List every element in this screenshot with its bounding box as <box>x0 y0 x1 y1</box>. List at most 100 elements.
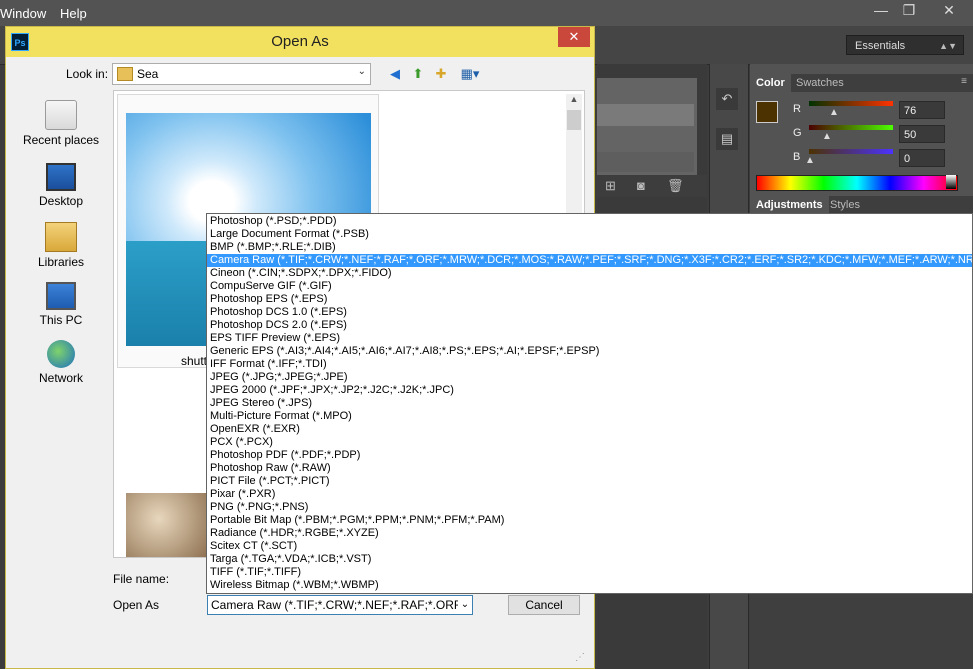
place-recent[interactable]: Recent places <box>15 100 107 147</box>
format-dropdown-list: Photoshop (*.PSD;*.PDD) Large Document Fo… <box>206 213 973 594</box>
slider-g-thumb[interactable]: ▲ <box>822 131 832 142</box>
resize-grip-icon[interactable]: ⋰ <box>575 652 585 663</box>
tab-swatches[interactable]: Swatches <box>790 74 850 92</box>
dropdown-option[interactable]: PNG (*.PNG;*.PNS) <box>207 501 972 514</box>
tab-color[interactable]: Color <box>750 74 791 92</box>
slider-r-thumb[interactable]: ▲ <box>829 107 839 118</box>
slider-g-value[interactable]: 50 <box>899 125 945 143</box>
view-menu-icon[interactable]: ▦▾ <box>456 66 484 82</box>
panel-menu-icon[interactable]: ≡ <box>961 76 967 87</box>
layer-row[interactable] <box>597 152 694 172</box>
slider-g-track[interactable] <box>809 125 893 130</box>
dropdown-option[interactable]: IFF Format (*.IFF;*.TDI) <box>207 358 972 371</box>
new-layer-icon[interactable]: ⊞ <box>605 178 616 194</box>
layer-row-selected[interactable] <box>597 104 694 126</box>
network-icon <box>47 340 75 368</box>
dialog-close-button[interactable]: ✕ <box>558 27 590 47</box>
color-spectrum-bw[interactable] <box>946 175 956 189</box>
desktop-icon <box>46 163 76 191</box>
dropdown-option[interactable]: Pixar (*.PXR) <box>207 488 972 501</box>
libraries-icon <box>45 222 77 252</box>
look-in-combobox[interactable]: Sea ⌄ <box>112 63 371 85</box>
dropdown-option[interactable]: Portable Bit Map (*.PBM;*.PGM;*.PPM;*.PN… <box>207 514 972 527</box>
dropdown-option[interactable]: Photoshop DCS 1.0 (*.EPS) <box>207 306 972 319</box>
dropdown-option[interactable]: Radiance (*.HDR;*.RGBE;*.XYZE) <box>207 527 972 540</box>
layers-panel-toolbar: ⊞ ◙ 🗑 <box>597 175 707 197</box>
back-icon[interactable]: ◀ <box>386 66 404 82</box>
place-network[interactable]: Network <box>15 340 107 385</box>
place-network-label: Network <box>38 371 83 385</box>
dropdown-option[interactable]: JPEG Stereo (*.JPS) <box>207 397 972 410</box>
tab-adjustments[interactable]: Adjustments <box>750 196 829 214</box>
chevron-down-icon: ⌄ <box>458 596 472 614</box>
color-panel-tabbar: Color Swatches ≡ <box>750 74 973 92</box>
dropdown-option[interactable]: BMP (*.BMP;*.RLE;*.DIB) <box>207 241 972 254</box>
place-this-pc-label: This PC <box>39 313 83 327</box>
dropdown-option[interactable]: Wireless Bitmap (*.WBM;*.WBMP) <box>207 579 972 592</box>
dropdown-option[interactable]: Scitex CT (*.SCT) <box>207 540 972 553</box>
slider-b-thumb[interactable]: ▲ <box>805 155 815 166</box>
place-recent-label: Recent places <box>22 133 100 147</box>
dropdown-option[interactable]: Cineon (*.CIN;*.SDPX;*.DPX;*.FIDO) <box>207 267 972 280</box>
look-in-value: Sea <box>137 67 159 81</box>
dropdown-option[interactable]: Photoshop PDF (*.PDF;*.PDP) <box>207 449 972 462</box>
menu-window[interactable]: Window <box>0 6 46 21</box>
dropdown-option[interactable]: Photoshop (*.PSD;*.PDD) <box>207 215 972 228</box>
place-desktop-label: Desktop <box>38 194 84 208</box>
history-icon[interactable]: ↶ <box>716 88 738 110</box>
ps-menubar <box>0 0 973 26</box>
dropdown-option[interactable]: EPS TIFF Preview (*.EPS) <box>207 332 972 345</box>
foreground-color-swatch[interactable] <box>756 101 778 123</box>
thumbnail-filename: shutt <box>181 354 208 368</box>
dropdown-option[interactable]: TIFF (*.TIF;*.TIFF) <box>207 566 972 579</box>
scroll-up-icon[interactable]: ▲ <box>566 94 582 104</box>
tab-styles[interactable]: Styles <box>824 196 866 214</box>
slider-b-track[interactable] <box>809 149 893 154</box>
file-name-label: File name: <box>113 572 170 586</box>
dropdown-option[interactable]: JPEG 2000 (*.JPF;*.JPX;*.JP2;*.J2C;*.J2K… <box>207 384 972 397</box>
folder-icon <box>117 67 133 81</box>
slider-b-value[interactable]: 0 <box>899 149 945 167</box>
dropdown-option[interactable]: PICT File (*.PCT;*.PICT) <box>207 475 972 488</box>
restore-button[interactable]: ❐ <box>892 0 926 20</box>
cancel-button[interactable]: Cancel <box>508 595 580 615</box>
slider-g-label: G <box>793 127 802 139</box>
open-as-label: Open As <box>113 598 160 612</box>
dropdown-option[interactable]: CompuServe GIF (*.GIF) <box>207 280 972 293</box>
dropdown-option[interactable]: Large Document Format (*.PSB) <box>207 228 972 241</box>
scrollbar-thumb[interactable] <box>567 110 581 130</box>
place-this-pc[interactable]: This PC <box>15 282 107 327</box>
color-spectrum[interactable] <box>756 175 958 191</box>
place-libraries-label: Libraries <box>37 255 85 269</box>
properties-icon[interactable]: ▤ <box>716 128 738 150</box>
recent-places-icon <box>45 100 77 130</box>
camera-icon[interactable]: ◙ <box>637 178 645 193</box>
workspace-switcher[interactable]: Essentials ▲▼ <box>846 35 964 55</box>
dropdown-option[interactable]: JPEG (*.JPG;*.JPEG;*.JPE) <box>207 371 972 384</box>
dropdown-option[interactable]: Photoshop Raw (*.RAW) <box>207 462 972 475</box>
shell-thumbnail-image[interactable] <box>126 493 208 557</box>
dropdown-option[interactable]: Camera Raw (*.TIF;*.CRW;*.NEF;*.RAF;*.OR… <box>207 254 972 267</box>
adjustments-tabbar: Adjustments Styles <box>750 196 973 214</box>
slider-r-label: R <box>793 103 801 115</box>
slider-b-label: B <box>793 151 801 163</box>
dropdown-option[interactable]: Generic EPS (*.AI3;*.AI4;*.AI5;*.AI6;*.A… <box>207 345 972 358</box>
up-folder-icon[interactable]: ⬆ <box>409 66 427 82</box>
place-libraries[interactable]: Libraries <box>15 222 107 269</box>
slider-r-value[interactable]: 76 <box>899 101 945 119</box>
dropdown-option[interactable]: Photoshop DCS 2.0 (*.EPS) <box>207 319 972 332</box>
dropdown-option[interactable]: Photoshop EPS (*.EPS) <box>207 293 972 306</box>
chevron-down-icon: ⌄ <box>357 66 366 77</box>
place-desktop[interactable]: Desktop <box>15 163 107 208</box>
slider-r-track[interactable] <box>809 101 893 106</box>
dropdown-option[interactable]: Targa (*.TGA;*.VDA;*.ICB;*.VST) <box>207 553 972 566</box>
dialog-title: Open As <box>271 33 329 50</box>
app-close-button[interactable]: ✕ <box>926 0 972 20</box>
dropdown-option[interactable]: OpenEXR (*.EXR) <box>207 423 972 436</box>
trash-icon[interactable]: 🗑 <box>667 178 684 194</box>
dropdown-option[interactable]: Multi-Picture Format (*.MPO) <box>207 410 972 423</box>
new-folder-icon[interactable]: ✚ <box>432 66 450 82</box>
open-as-combobox[interactable]: Camera Raw (*.TIF;*.CRW;*.NEF;*.RAF;*.OR… <box>207 595 473 615</box>
menu-help[interactable]: Help <box>60 6 87 21</box>
dropdown-option[interactable]: PCX (*.PCX) <box>207 436 972 449</box>
